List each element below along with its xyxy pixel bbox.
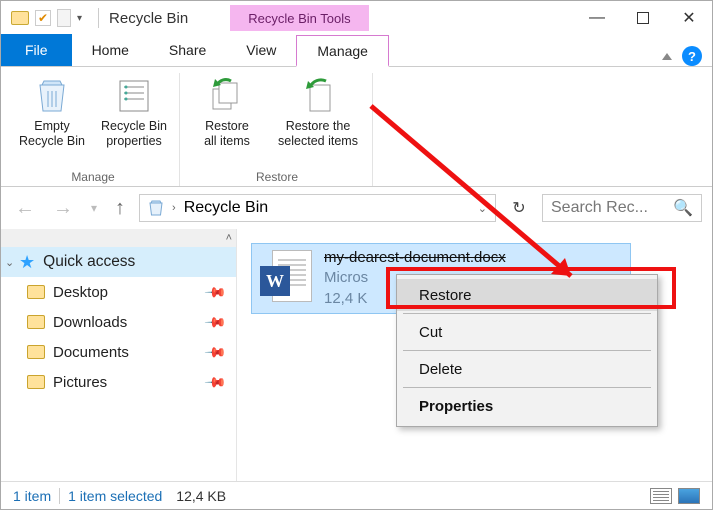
recycle-bin-small-icon (148, 199, 164, 217)
folder-icon (27, 285, 45, 299)
nav-downloads[interactable]: Downloads 📌 (1, 307, 236, 337)
folder-icon[interactable] (11, 11, 29, 25)
help-icon[interactable]: ? (682, 46, 702, 66)
menu-separator (403, 387, 651, 388)
details-view-button[interactable] (650, 488, 672, 504)
recycle-bin-icon (32, 75, 72, 115)
separator (98, 8, 99, 28)
quick-access-toolbar: ✔ ▾ (1, 9, 92, 27)
collapse-ribbon-icon[interactable] (662, 53, 672, 60)
folder-icon (27, 345, 45, 359)
pin-icon: 📌 (203, 370, 227, 394)
empty-recycle-bin-button[interactable]: Empty Recycle Bin (13, 73, 91, 149)
ribbon-group-restore: Restore all items Restore the selected i… (182, 73, 373, 186)
context-menu-properties[interactable]: Properties (397, 390, 657, 422)
nav-label: Pictures (53, 374, 107, 391)
restore-all-items-button[interactable]: Restore all items (188, 73, 266, 149)
label-line2: Recycle Bin (19, 134, 85, 149)
close-button[interactable]: ✕ (666, 3, 712, 33)
address-path[interactable]: › Recycle Bin ⌄ (139, 194, 496, 222)
status-item-count: 1 item (13, 488, 51, 504)
nav-quick-access[interactable]: ⌄ ★ Quick access (1, 247, 236, 277)
page-icon[interactable] (57, 9, 71, 27)
view-switcher (650, 488, 700, 504)
tab-manage[interactable]: Manage (296, 35, 389, 67)
file-name: my-dearest-document.docx (324, 248, 506, 268)
menu-separator (403, 350, 651, 351)
window-controls: — ✕ (574, 3, 712, 33)
forward-button[interactable]: → (49, 197, 77, 220)
large-icons-view-button[interactable] (678, 488, 700, 504)
properties-list-icon (114, 75, 154, 115)
scroll-up-icon[interactable]: ˄ (1, 229, 236, 247)
status-size: 12,4 KB (176, 488, 226, 504)
folder-icon (27, 375, 45, 389)
nav-desktop[interactable]: Desktop 📌 (1, 277, 236, 307)
navigation-pane: ˄ ⌄ ★ Quick access Desktop 📌 Downloads 📌… (1, 229, 237, 481)
contextual-tab-header: Recycle Bin Tools (230, 5, 368, 31)
context-menu-delete[interactable]: Delete (397, 353, 657, 385)
label-line2: all items (204, 134, 250, 149)
window-title: Recycle Bin (109, 10, 188, 27)
pin-icon: 📌 (203, 280, 227, 304)
folder-icon (27, 315, 45, 329)
minimize-button[interactable]: — (574, 3, 620, 33)
pin-icon: 📌 (203, 310, 227, 334)
search-icon: 🔍 (673, 198, 693, 218)
label-line1: Restore the (286, 119, 351, 134)
ribbon: Empty Recycle Bin Recycle Bin properties… (1, 67, 712, 187)
label-line2: selected items (278, 134, 358, 149)
restore-all-icon (207, 75, 247, 115)
context-menu-restore[interactable]: Restore (397, 279, 657, 311)
tab-share[interactable]: Share (149, 34, 226, 66)
restore-selected-items-button[interactable]: Restore the selected items (270, 73, 366, 149)
status-bar: 1 item 1 item selected 12,4 KB (1, 481, 712, 509)
title-bar: ✔ ▾ Recycle Bin Recycle Bin Tools — ✕ (1, 1, 712, 35)
nav-label: Desktop (53, 284, 108, 301)
refresh-button[interactable]: ↻ (506, 198, 532, 218)
context-menu: Restore Cut Delete Properties (396, 274, 658, 427)
star-icon: ★ (19, 252, 35, 273)
qat-dropdown-icon[interactable]: ▾ (77, 13, 82, 24)
expand-icon[interactable]: ⌄ (5, 256, 14, 269)
restore-selected-icon (298, 75, 338, 115)
word-document-icon: W (260, 250, 312, 306)
tab-file[interactable]: File (1, 34, 72, 66)
search-placeholder: Search Rec... (551, 199, 648, 217)
tab-view[interactable]: View (226, 34, 296, 66)
recent-locations-icon[interactable]: ▾ (87, 201, 101, 215)
group-label: Restore (256, 166, 298, 186)
nav-label: Documents (53, 344, 129, 361)
context-menu-cut[interactable]: Cut (397, 316, 657, 348)
label-line1: Empty (34, 119, 69, 134)
chevron-right-icon[interactable]: › (172, 202, 176, 214)
group-label: Manage (71, 166, 114, 186)
recycle-bin-properties-button[interactable]: Recycle Bin properties (95, 73, 173, 149)
nav-label: Quick access (43, 253, 135, 271)
label-line2: properties (106, 134, 162, 149)
search-input[interactable]: Search Rec... 🔍 (542, 194, 702, 222)
properties-qat-icon[interactable]: ✔ (35, 10, 51, 26)
menu-separator (403, 313, 651, 314)
status-selection: 1 item selected (68, 488, 162, 504)
up-button[interactable]: ↑ (111, 197, 129, 220)
tab-home[interactable]: Home (72, 34, 149, 66)
label-line1: Recycle Bin (101, 119, 167, 134)
pin-icon: 📌 (203, 340, 227, 364)
nav-documents[interactable]: Documents 📌 (1, 337, 236, 367)
ribbon-tabs: File Home Share View Manage ? (1, 35, 712, 67)
chevron-down-icon[interactable]: ⌄ (478, 202, 487, 215)
separator (59, 488, 60, 504)
path-segment[interactable]: Recycle Bin (184, 199, 268, 217)
back-button[interactable]: ← (11, 197, 39, 220)
nav-label: Downloads (53, 314, 127, 331)
label-line1: Restore (205, 119, 249, 134)
explorer-window: ✔ ▾ Recycle Bin Recycle Bin Tools — ✕ Fi… (0, 0, 713, 510)
ribbon-group-manage: Empty Recycle Bin Recycle Bin properties… (7, 73, 180, 186)
nav-pictures[interactable]: Pictures 📌 (1, 367, 236, 397)
address-bar: ← → ▾ ↑ › Recycle Bin ⌄ ↻ Search Rec... … (1, 187, 712, 229)
maximize-button[interactable] (620, 3, 666, 33)
